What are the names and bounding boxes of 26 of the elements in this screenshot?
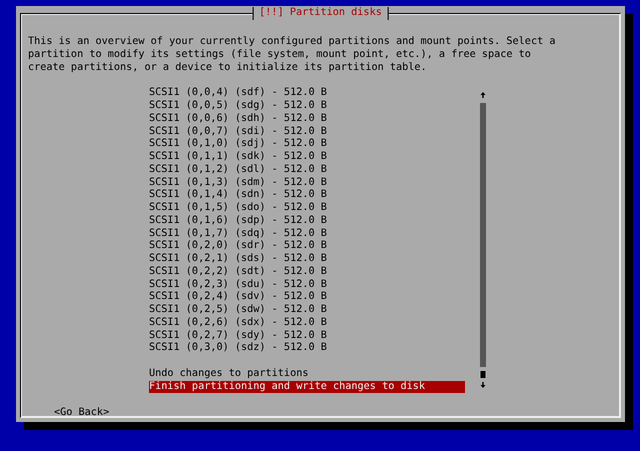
device-item[interactable]: SCSI1 (0,0,5) (sdg) - 512.0 B (149, 100, 465, 113)
device-item[interactable]: SCSI1 (0,2,5) (sdw) - 512.0 B (149, 304, 465, 317)
device-item[interactable]: SCSI1 (0,1,5) (sdo) - 512.0 B (149, 202, 465, 215)
device-item[interactable]: SCSI1 (0,0,4) (sdf) - 512.0 B (149, 87, 465, 100)
device-item[interactable]: SCSI1 (0,2,2) (sdt) - 512.0 B (149, 266, 465, 278)
device-item[interactable]: SCSI1 (0,0,6) (sdh) - 512.0 B (149, 112, 465, 126)
menu-action[interactable]: Finish partitioning and write changes to disk (149, 380, 465, 394)
device-item[interactable]: SCSI1 (0,2,0) (sdr) - 512.0 B (149, 240, 465, 253)
device-item[interactable]: SCSI1 (0,1,4) (sdn) - 512.0 B (149, 189, 465, 202)
device-item[interactable]: SCSI1 (0,0,7) (sdi) - 512.0 B (149, 126, 465, 138)
device-item[interactable]: SCSI1 (0,1,3) (sdm) - 512.0 B (149, 176, 465, 190)
intro-text: This is an overview of your currently configured partitions and mount points. Select a partition to modify its settings (file system, mount point, etc.), a free space to create partitions, or a device to initialize its partition table. (28, 36, 556, 74)
device-item[interactable]: SCSI1 (0,1,6) (sdp) - 512.0 B (149, 214, 465, 228)
device-item[interactable]: SCSI1 (0,2,7) (sdy) - 512.0 B (149, 330, 465, 342)
menu-action[interactable]: Undo changes to partitions (149, 368, 465, 380)
device-item[interactable]: SCSI1 (0,1,7) (sdq) - 512.0 B (149, 228, 465, 240)
device-item[interactable]: SCSI1 (0,2,3) (sdu) - 512.0 B (149, 278, 465, 292)
device-item[interactable]: SCSI1 (0,2,6) (sdx) - 512.0 B (149, 316, 465, 330)
device-item[interactable]: SCSI1 (0,2,4) (sdv) - 512.0 B (149, 291, 465, 304)
device-item[interactable]: SCSI1 (0,1,2) (sdl) - 512.0 B (149, 164, 465, 176)
device-item[interactable]: SCSI1 (0,1,0) (sdj) - 512.0 B (149, 138, 465, 151)
device-item[interactable]: SCSI1 (0,1,1) (sdk) - 512.0 B (149, 151, 465, 164)
device-item[interactable]: SCSI1 (0,3,0) (sdz) - 512.0 B (149, 342, 465, 355)
dialog-title: [!!] Partition disks (252, 7, 389, 20)
go-back-button[interactable]: <Go Back> (54, 407, 110, 420)
device-item[interactable]: SCSI1 (0,2,1) (sds) - 512.0 B (149, 253, 465, 266)
